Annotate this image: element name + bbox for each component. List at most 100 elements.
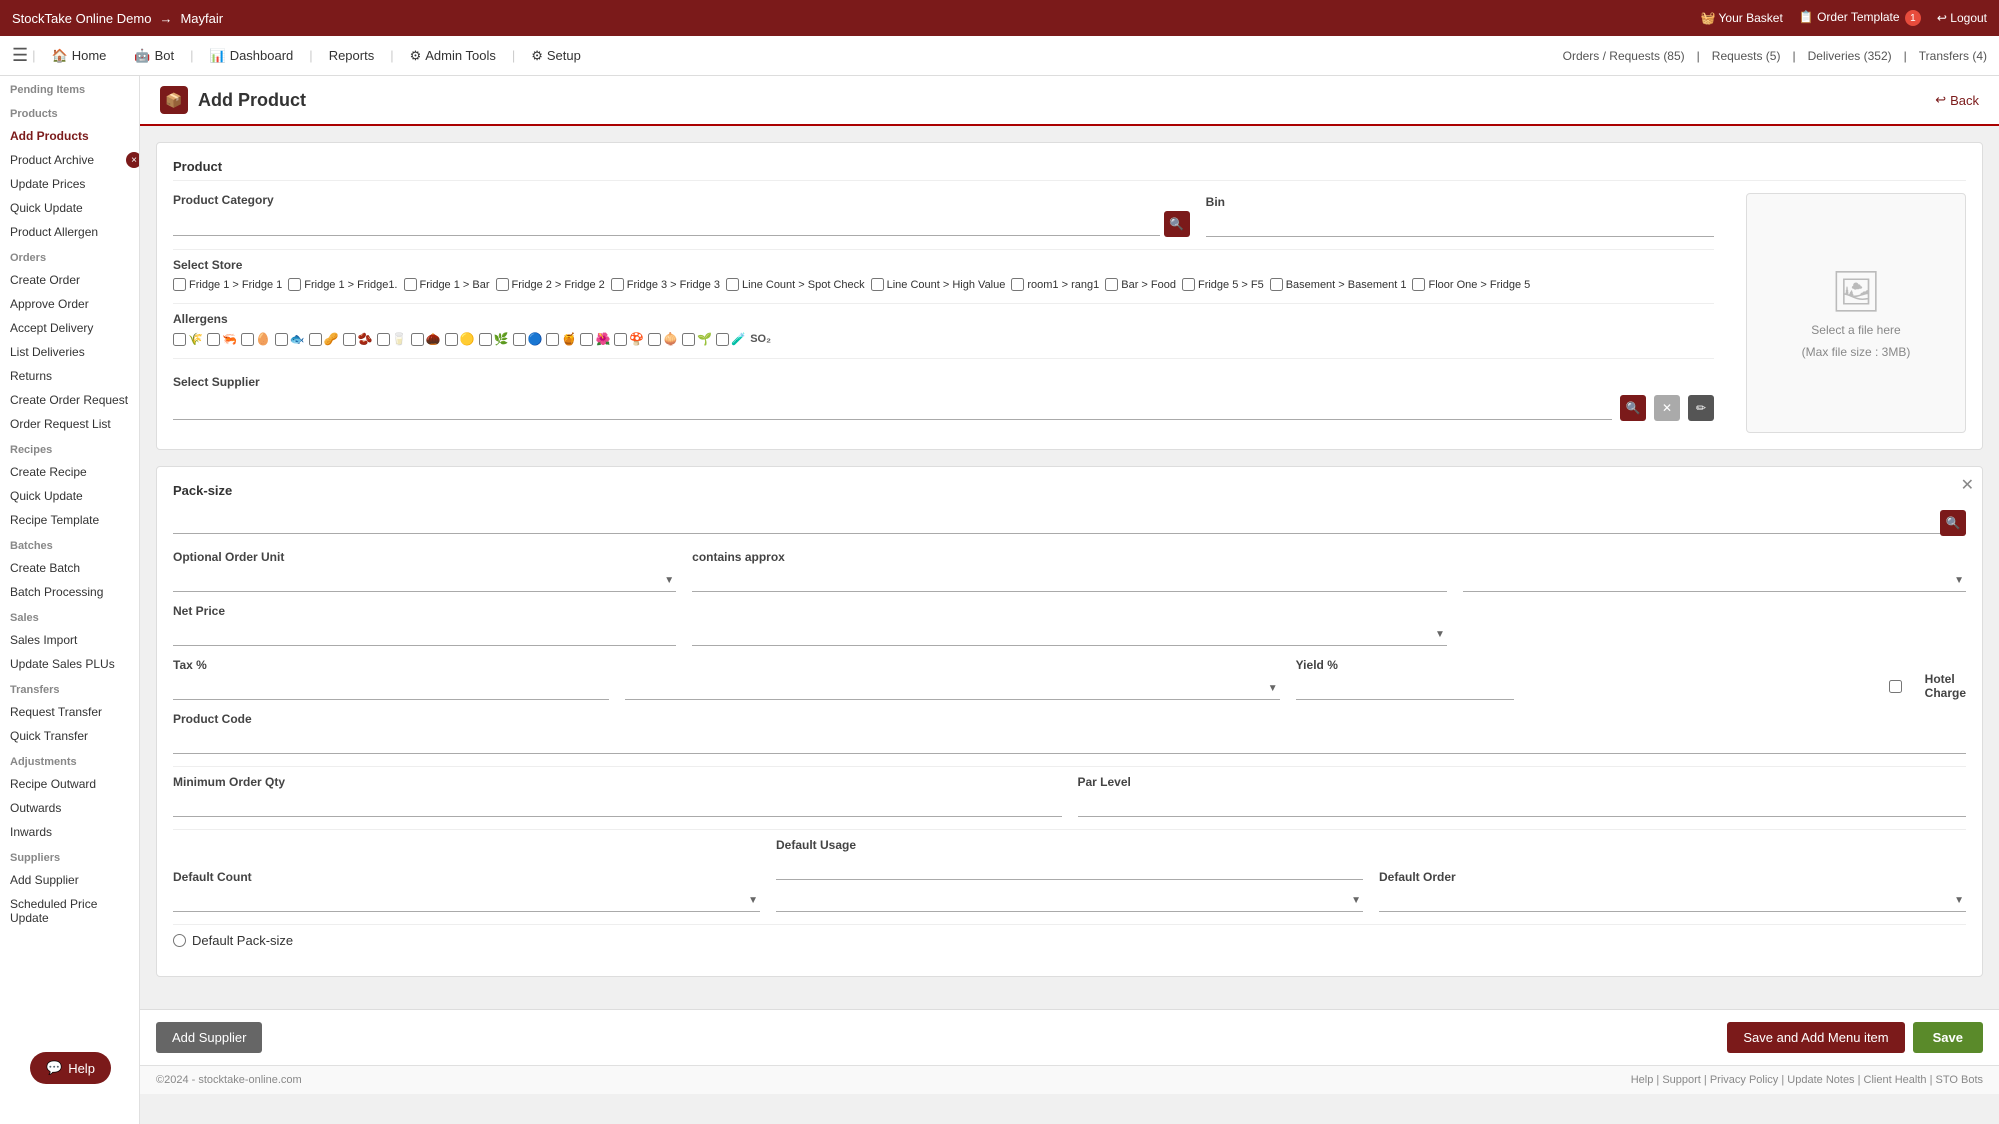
sidebar-close-btn[interactable]: ×	[126, 152, 140, 168]
footer-client-health[interactable]: Client Health	[1864, 1074, 1927, 1086]
sidebar-item-quick-update-recipes[interactable]: Quick Update	[0, 484, 139, 508]
default-count-select[interactable]	[173, 888, 760, 912]
contains-approx-unit-select[interactable]	[1463, 568, 1966, 592]
sidebar-item-update-sales-plus[interactable]: Update Sales PLUs	[0, 652, 139, 676]
orders-requests-link[interactable]: Orders / Requests (85)	[1563, 49, 1685, 63]
sidebar-item-create-order[interactable]: Create Order	[0, 268, 139, 292]
transfers-link[interactable]: Transfers (4)	[1919, 49, 1987, 63]
allergen-17[interactable]: 🧪	[716, 332, 746, 346]
bin-input[interactable]	[1206, 213, 1714, 237]
sidebar-item-product-allergen[interactable]: Product Allergen	[0, 220, 139, 244]
default-usage-select[interactable]	[776, 888, 1363, 912]
default-packsize-radio[interactable]	[173, 934, 186, 947]
sidebar-item-update-prices[interactable]: Update Prices	[0, 172, 139, 196]
store-check-2[interactable]: Fridge 1 > Fridge1.	[288, 278, 397, 291]
sidebar-item-accept-delivery[interactable]: Accept Delivery	[0, 316, 139, 340]
allergen-9[interactable]: 🟡	[445, 332, 475, 346]
store-check-11[interactable]: Basement > Basement 1	[1270, 278, 1407, 291]
store-check-3[interactable]: Fridge 1 > Bar	[404, 278, 490, 291]
sidebar-item-sales-import[interactable]: Sales Import	[0, 628, 139, 652]
allergen-2[interactable]: 🦐	[207, 332, 237, 346]
supplier-input[interactable]	[173, 396, 1612, 420]
par-level-input[interactable]	[1078, 793, 1967, 817]
allergen-16[interactable]: 🌱	[682, 332, 712, 346]
nav-admin-tools[interactable]: ⚙ Admin Tools	[398, 40, 508, 72]
allergen-6[interactable]: 🫘	[343, 332, 373, 346]
product-code-input[interactable]	[173, 730, 1966, 754]
logout-link[interactable]: ↩ Logout	[1937, 11, 1987, 25]
net-price-input[interactable]	[173, 622, 676, 646]
store-check-8[interactable]: room1 > rang1	[1011, 278, 1099, 291]
sidebar-item-quick-update-products[interactable]: Quick Update	[0, 196, 139, 220]
sidebar-item-scheduled-price-update[interactable]: Scheduled Price Update	[0, 892, 139, 930]
store-check-4[interactable]: Fridge 2 > Fridge 2	[496, 278, 605, 291]
contains-approx-input[interactable]	[692, 568, 1447, 592]
yield-input[interactable]: 100	[1296, 676, 1514, 700]
hamburger-icon[interactable]: ☰	[12, 45, 28, 66]
allergen-5[interactable]: 🥜	[309, 332, 339, 346]
default-order-select[interactable]	[1379, 888, 1966, 912]
store-check-5[interactable]: Fridge 3 > Fridge 3	[611, 278, 720, 291]
allergen-12[interactable]: 🍯	[546, 332, 576, 346]
min-order-qty-input[interactable]	[173, 793, 1062, 817]
supplier-edit-btn[interactable]: ✏	[1688, 395, 1714, 421]
sidebar-item-batch-processing[interactable]: Batch Processing	[0, 580, 139, 604]
nav-setup[interactable]: ⚙ Setup	[519, 40, 593, 72]
store-check-1[interactable]: Fridge 1 > Fridge 1	[173, 278, 282, 291]
tax-select[interactable]	[625, 676, 1279, 700]
sidebar-item-list-deliveries[interactable]: List Deliveries	[0, 340, 139, 364]
optional-order-unit-select[interactable]	[173, 568, 676, 592]
product-category-input[interactable]	[173, 212, 1160, 236]
supplier-search-btn[interactable]: 🔍	[1620, 395, 1646, 421]
allergen-14[interactable]: 🍄	[614, 332, 644, 346]
allergen-15[interactable]: 🧅	[648, 332, 678, 346]
sidebar-item-request-transfer[interactable]: Request Transfer	[0, 700, 139, 724]
store-check-7[interactable]: Line Count > High Value	[871, 278, 1006, 291]
pack-size-close-btn[interactable]: ✕	[1961, 475, 1974, 495]
allergen-1[interactable]: 🌾	[173, 332, 203, 346]
allergen-4[interactable]: 🐟	[275, 332, 305, 346]
allergen-7[interactable]: 🥛	[377, 332, 407, 346]
sidebar-item-create-order-request[interactable]: Create Order Request	[0, 388, 139, 412]
allergen-10[interactable]: 🌿	[479, 332, 509, 346]
footer-sto-bots[interactable]: STO Bots	[1936, 1074, 1983, 1086]
sidebar-item-approve-order[interactable]: Approve Order	[0, 292, 139, 316]
packsize-search-btn[interactable]: 🔍	[1940, 510, 1966, 536]
net-price-unit-select[interactable]	[692, 622, 1447, 646]
nav-bot[interactable]: 🤖 Bot	[122, 40, 186, 72]
help-bubble[interactable]: 💬 Help	[30, 1052, 111, 1084]
tax-input[interactable]	[173, 676, 609, 700]
allergen-13[interactable]: 🌺	[580, 332, 610, 346]
store-check-12[interactable]: Floor One > Fridge 5	[1412, 278, 1530, 291]
save-and-add-menu-button[interactable]: Save and Add Menu item	[1727, 1022, 1904, 1053]
footer-update-notes[interactable]: Update Notes	[1787, 1074, 1854, 1086]
sidebar-item-returns[interactable]: Returns	[0, 364, 139, 388]
back-button[interactable]: ↩ Back	[1935, 92, 1979, 108]
hotel-charge-label[interactable]: Hotel Charge	[1872, 672, 1966, 700]
sidebar-item-add-supplier[interactable]: Add Supplier	[0, 868, 139, 892]
store-check-10[interactable]: Fridge 5 > F5	[1182, 278, 1264, 291]
add-supplier-button[interactable]: Add Supplier	[156, 1022, 262, 1053]
allergen-11[interactable]: 🔵	[513, 332, 543, 346]
sidebar-item-recipe-outward[interactable]: Recipe Outward	[0, 772, 139, 796]
footer-help[interactable]: Help	[1631, 1074, 1654, 1086]
nav-home[interactable]: 🏠 Home	[40, 40, 119, 72]
requests-link[interactable]: Requests (5)	[1712, 49, 1781, 63]
default-packsize-label[interactable]: Default Pack-size	[173, 933, 293, 948]
save-button[interactable]: Save	[1913, 1022, 1983, 1053]
nav-reports[interactable]: Reports	[317, 40, 387, 71]
footer-privacy[interactable]: Privacy Policy	[1710, 1074, 1778, 1086]
sidebar-item-order-request-list[interactable]: Order Request List	[0, 412, 139, 436]
footer-support[interactable]: Support	[1662, 1074, 1701, 1086]
packsize-search-input[interactable]	[173, 510, 1966, 534]
product-category-search-btn[interactable]: 🔍	[1164, 211, 1190, 237]
sidebar-item-product-archive[interactable]: Product Archive	[0, 148, 139, 172]
nav-dashboard[interactable]: 📊 Dashboard	[198, 40, 306, 72]
default-usage-input[interactable]	[776, 856, 1363, 880]
sidebar-item-inwards[interactable]: Inwards	[0, 820, 139, 844]
order-template-link[interactable]: 📋 Order Template 1	[1799, 10, 1921, 27]
sidebar-item-recipe-template[interactable]: Recipe Template	[0, 508, 139, 532]
image-upload-area[interactable]: 🖼 Select a file here (Max file size : 3M…	[1746, 193, 1966, 433]
store-check-9[interactable]: Bar > Food	[1105, 278, 1176, 291]
store-check-6[interactable]: Line Count > Spot Check	[726, 278, 865, 291]
